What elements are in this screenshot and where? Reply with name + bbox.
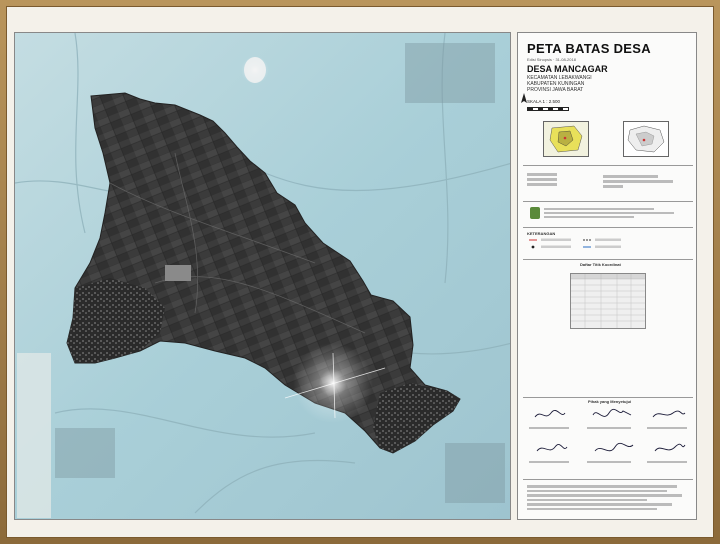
coordinate-table [570, 273, 646, 329]
map-title: PETA BATAS DESA [527, 41, 651, 56]
coordinate-table-heading: Daftar Titik Koordinat [580, 262, 621, 267]
signatures [529, 408, 687, 463]
inset-map-village [543, 121, 589, 157]
document-info-values [603, 173, 683, 188]
signatures-heading: Pihak yang Menyetujui [588, 399, 632, 404]
legend-heading: KETERANGAN [527, 231, 556, 236]
left-strip [17, 353, 51, 518]
building-block [165, 265, 191, 281]
legend-panel: PETA BATAS DESA Edisi Sinopsis · 31-08-2… [517, 32, 697, 520]
satellite-map[interactable] [14, 32, 511, 520]
village-name: DESA MANCAGAR [527, 64, 608, 74]
agency-info [544, 206, 684, 220]
legend-items [529, 238, 621, 249]
notes-block [527, 483, 692, 512]
map-canvas [15, 33, 510, 519]
agency-logo [530, 207, 540, 219]
map-edition: Edisi Sinopsis · 31-08-2018 [527, 57, 576, 62]
map-scale: SKALA 1 : 2.500 [527, 99, 561, 104]
inset-map-regency [623, 121, 669, 157]
scale-bar [527, 107, 569, 111]
provinsi-name: PROVINSI JAWA BARAT [527, 87, 584, 93]
